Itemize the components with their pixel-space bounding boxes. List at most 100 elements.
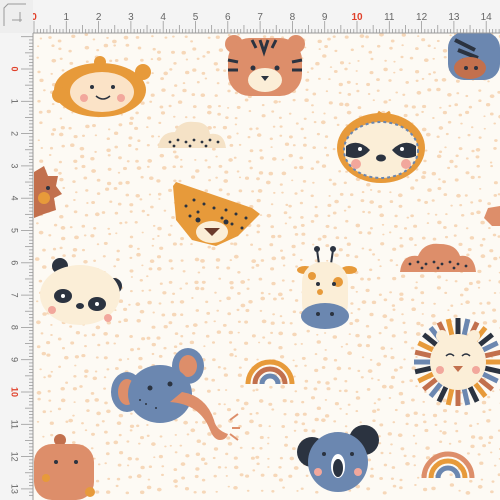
polka-dot <box>159 105 164 109</box>
top-ruler: 0 1 2 3 4 5 6 7 8 9 10 11 12 13 14 <box>0 0 500 34</box>
polka-dot <box>443 55 447 59</box>
polka-dot <box>324 135 329 138</box>
polka-dot <box>244 431 250 435</box>
polka-dot <box>441 77 447 82</box>
polka-dot <box>141 264 144 267</box>
polka-dot <box>212 147 216 151</box>
polka-dot <box>148 465 153 469</box>
polka-dot <box>348 62 351 65</box>
polka-dot <box>328 178 332 182</box>
polka-dot <box>49 421 54 425</box>
polka-dot <box>223 367 227 370</box>
polka-dot <box>411 298 415 302</box>
polka-dot <box>230 286 234 290</box>
polka-dot <box>229 281 234 285</box>
polka-dot <box>36 222 39 225</box>
polka-dot <box>202 420 207 424</box>
polka-dot <box>161 473 164 477</box>
polka-dot <box>36 420 40 423</box>
polka-dot <box>163 324 168 329</box>
polka-dot <box>214 94 218 97</box>
polka-dot <box>185 282 189 285</box>
polka-dot <box>36 56 39 59</box>
polka-dot <box>160 111 166 115</box>
polka-dot <box>159 153 165 158</box>
polka-dot <box>311 429 316 433</box>
polka-dot <box>478 436 483 440</box>
polka-dot <box>113 342 116 345</box>
polka-dot <box>244 320 249 324</box>
polka-dot <box>94 212 100 217</box>
polka-dot <box>91 200 96 205</box>
polka-dot <box>454 178 459 182</box>
polka-dot <box>464 287 469 292</box>
polka-dot <box>299 156 303 160</box>
ruler-label: 10 <box>351 12 363 23</box>
polka-dot <box>46 353 51 357</box>
polka-dot <box>234 355 237 358</box>
polka-dot <box>159 282 163 285</box>
polka-dot <box>384 59 387 62</box>
polka-dot <box>239 446 243 449</box>
polka-dot <box>316 132 320 136</box>
polka-dot <box>204 77 208 80</box>
polka-dot <box>161 313 166 317</box>
polka-dot <box>39 121 43 125</box>
polka-dot <box>488 227 491 230</box>
polka-dot <box>256 230 260 234</box>
polka-dot <box>270 203 274 206</box>
polka-dot <box>400 447 405 451</box>
polka-dot <box>136 424 140 428</box>
polka-dot <box>94 370 98 373</box>
polka-dot <box>161 465 165 468</box>
polka-dot <box>431 313 436 318</box>
polka-dot <box>151 135 155 138</box>
polka-dot <box>128 475 133 479</box>
polka-dot <box>192 116 196 119</box>
polka-dot <box>90 234 95 238</box>
polka-dot <box>170 267 174 270</box>
polka-dot <box>58 171 62 175</box>
polka-dot <box>213 474 217 478</box>
polka-dot <box>325 381 330 385</box>
polka-dot <box>224 389 228 391</box>
polka-dot <box>129 335 133 338</box>
polka-dot <box>333 226 337 230</box>
polka-dot <box>397 193 403 198</box>
polka-dot <box>329 66 333 68</box>
polka-dot <box>458 440 462 443</box>
polka-dot <box>84 369 89 373</box>
polka-dot <box>227 441 233 446</box>
polka-dot <box>292 253 296 256</box>
polka-dot <box>260 489 264 492</box>
polka-dot <box>333 420 337 423</box>
polka-dot <box>249 127 253 131</box>
polka-dot <box>355 390 359 393</box>
polka-dot <box>219 299 222 302</box>
polka-dot <box>40 147 44 149</box>
polka-dot <box>475 155 480 159</box>
polka-dot <box>415 281 418 284</box>
polka-dot <box>109 59 113 63</box>
polka-dot <box>405 413 410 418</box>
polka-dot <box>194 474 199 479</box>
polka-dot <box>372 99 375 102</box>
polka-dot <box>422 413 426 416</box>
polka-dot <box>312 243 315 246</box>
polka-dot <box>434 423 438 427</box>
polka-dot <box>267 436 270 439</box>
polka-dot <box>376 78 380 82</box>
polka-dot <box>320 120 326 125</box>
ruler-label: 8 <box>10 325 20 330</box>
polka-dot <box>84 429 88 432</box>
polka-dot <box>314 353 318 356</box>
polka-dot <box>349 321 354 326</box>
polka-dot <box>85 189 89 192</box>
polka-dot <box>289 456 295 461</box>
polka-dot <box>159 246 164 250</box>
polka-dot <box>141 289 144 292</box>
polka-dot <box>477 484 483 489</box>
polka-dot <box>403 331 407 334</box>
polka-dot <box>399 486 403 490</box>
polka-dot <box>355 333 360 338</box>
